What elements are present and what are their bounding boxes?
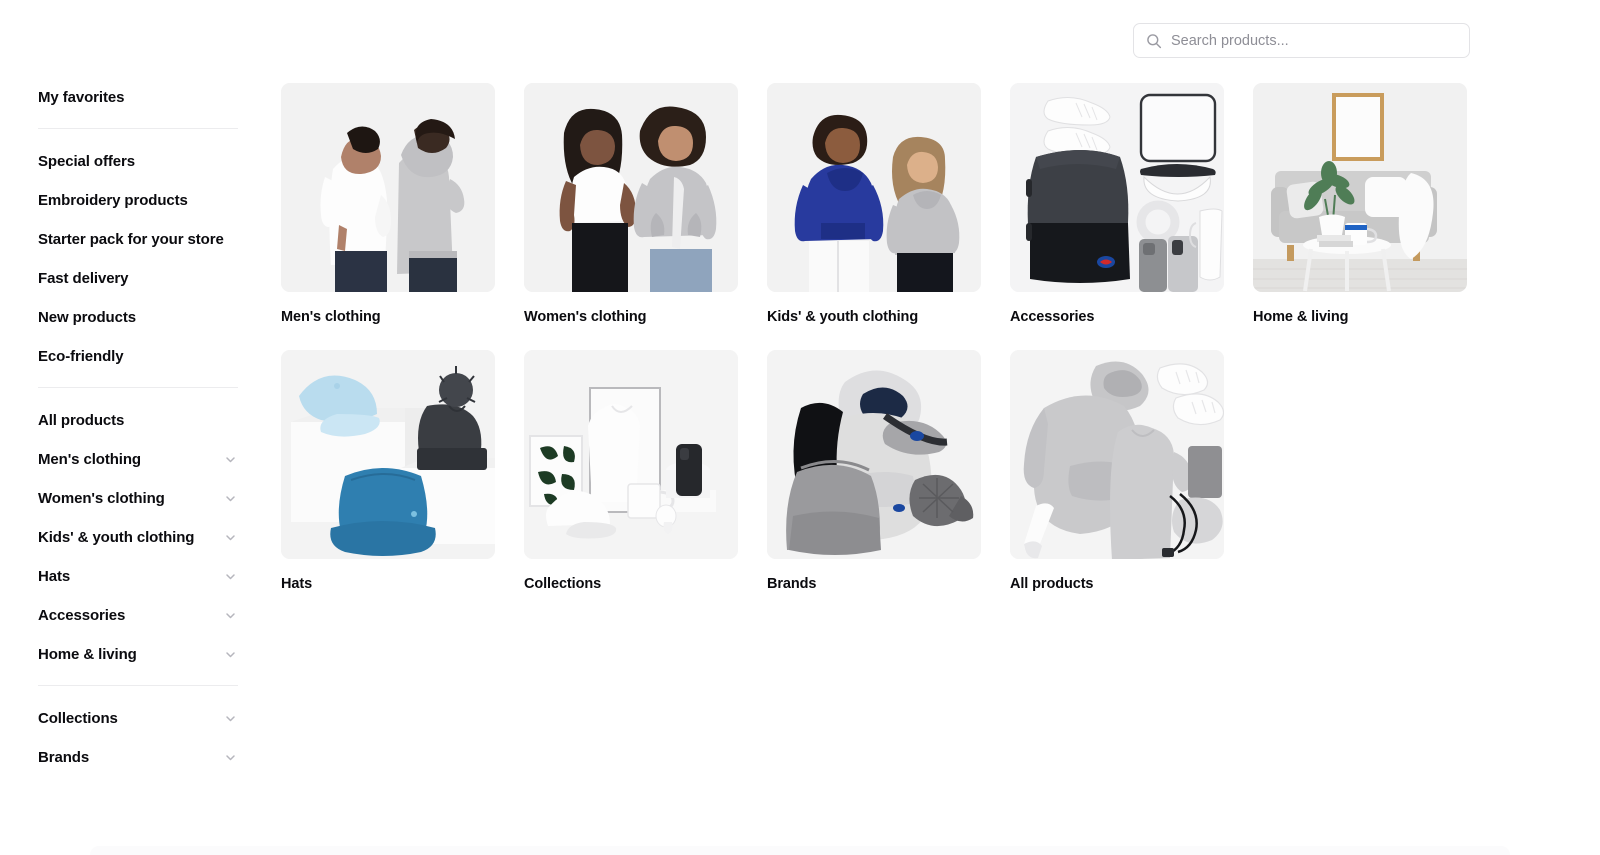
sidebar-item-label: Starter pack for your store [38,231,224,248]
sidebar-group-browse: Collections Brands [38,699,238,777]
category-thumbnail [524,83,738,292]
catalog-grid: Men's clothing Women's clothing Kids' & … [281,83,1551,592]
category-card-label: Women's clothing [524,309,647,325]
category-thumbnail [1010,350,1224,559]
sidebar-item-label: New products [38,309,136,326]
category-card-label: All products [1010,576,1094,592]
category-card-label: Hats [281,576,313,592]
category-thumbnail [767,350,981,559]
chevron-down-icon[interactable] [224,712,237,725]
category-thumbnail [524,350,738,559]
category-card-label: Home & living [1253,309,1349,325]
sidebar-item-label: Eco-friendly [38,348,124,365]
boy-blue-hoodie-girl-grey-hoodie-image [767,83,981,292]
sidebar-item-kids-youth-clothing[interactable]: Kids' & youth clothing [38,518,238,557]
search-input[interactable] [1171,24,1457,57]
chevron-down-icon[interactable] [224,492,237,505]
sidebar-item-mens-clothing[interactable]: Men's clothing [38,440,238,479]
sidebar-item-womens-clothing[interactable]: Women's clothing [38,479,238,518]
search-bar [1133,23,1470,58]
chevron-down-icon[interactable] [224,531,237,544]
sidebar-divider [38,128,238,129]
grey-hoodie-backpack-bum-bag-cap-image [767,350,981,559]
chevron-down-icon[interactable] [224,609,237,622]
flatlay-backpack-sneakers-phone-cases-bottle-image [1010,83,1224,292]
sidebar-item-eco-friendly[interactable]: Eco-friendly [38,337,238,376]
studio-flatlay-tshirt-mug-cap-phone-poster-image [524,350,738,559]
sidebar-item-fast-delivery[interactable]: Fast delivery [38,259,238,298]
sidebar-item-label: Brands [38,749,90,766]
sidebar-item-label: Collections [38,710,118,727]
sidebar-divider [38,387,238,388]
sidebar-item-embroidery-products[interactable]: Embroidery products [38,181,238,220]
category-card-womens-clothing[interactable]: Women's clothing [524,83,738,325]
category-card-brands[interactable]: Brands [767,350,981,592]
category-card-label: Accessories [1010,309,1095,325]
sidebar-item-label: Hats [38,568,71,585]
catalog-row: Hats Collections Brands All products [281,350,1551,592]
sidebar-item-collections[interactable]: Collections [38,699,238,738]
sidebar-divider [38,685,238,686]
sidebar-item-label: Women's clothing [38,490,165,507]
blue-cap-dark-beanie-denim-bucket-hat-image [281,350,495,559]
category-card-collections[interactable]: Collections [524,350,738,592]
sidebar-item-label: Kids' & youth clothing [38,529,195,546]
sidebar-item-all-products[interactable]: All products [38,401,238,440]
sidebar-nav: My favorites Special offers Embroidery p… [38,78,238,777]
sidebar-item-special-offers[interactable]: Special offers [38,142,238,181]
sidebar-item-hats[interactable]: Hats [38,557,238,596]
category-card-label: Brands [767,576,817,592]
sidebar-item-label: Fast delivery [38,270,129,287]
two-men-white-tshirt-grey-hoodie-image [281,83,495,292]
chevron-down-icon[interactable] [224,453,237,466]
sidebar-item-starter-pack-for-your-store[interactable]: Starter pack for your store [38,220,238,259]
sidebar-item-new-products[interactable]: New products [38,298,238,337]
category-thumbnail [1253,83,1467,292]
sidebar-item-label: Accessories [38,607,126,624]
category-card-home-living[interactable]: Home & living [1253,83,1467,325]
living-room-sofa-framed-poster-plant-image [1253,83,1467,292]
sidebar-item-accessories[interactable]: Accessories [38,596,238,635]
sidebar-item-label: All products [38,412,125,429]
sidebar-item-home-living[interactable]: Home & living [38,635,238,674]
catalog-row: Men's clothing Women's clothing Kids' & … [281,83,1551,325]
chevron-down-icon[interactable] [224,570,237,583]
category-card-label: Men's clothing [281,309,381,325]
grey-hoodie-tee-sneakers-bottle-drawstring-bag-image [1010,350,1224,559]
category-card-all-products[interactable]: All products [1010,350,1224,592]
category-thumbnail [767,83,981,292]
category-thumbnail [281,350,495,559]
chevron-down-icon[interactable] [224,751,237,764]
search-box[interactable] [1133,23,1470,58]
category-card-hats[interactable]: Hats [281,350,495,592]
category-card-accessories[interactable]: Accessories [1010,83,1224,325]
category-thumbnail [281,83,495,292]
sidebar-item-label: Men's clothing [38,451,141,468]
two-women-white-tee-grey-zip-hoodie-image [524,83,738,292]
search-icon [1146,33,1162,49]
sidebar-group-catalog: All products Men's clothing Women's clot… [38,401,238,674]
sidebar-item-label: Special offers [38,153,135,170]
category-card-kids-youth-clothing[interactable]: Kids' & youth clothing [767,83,981,325]
sidebar-item-label: Embroidery products [38,192,188,209]
sidebar-item-label: Home & living [38,646,137,663]
category-card-label: Collections [524,576,602,592]
bottom-panel-edge [90,846,1510,855]
sidebar-item-label: My favorites [38,89,125,106]
sidebar-item-my-favorites[interactable]: My favorites [38,78,238,117]
category-card-mens-clothing[interactable]: Men's clothing [281,83,495,325]
chevron-down-icon[interactable] [224,648,237,661]
sidebar-item-brands[interactable]: Brands [38,738,238,777]
catalog-page: My favorites Special offers Embroidery p… [0,0,1600,855]
sidebar-group-favorites: My favorites [38,78,238,117]
category-card-label: Kids' & youth clothing [767,309,919,325]
category-thumbnail [1010,83,1224,292]
sidebar-group-promotions: Special offers Embroidery products Start… [38,142,238,376]
